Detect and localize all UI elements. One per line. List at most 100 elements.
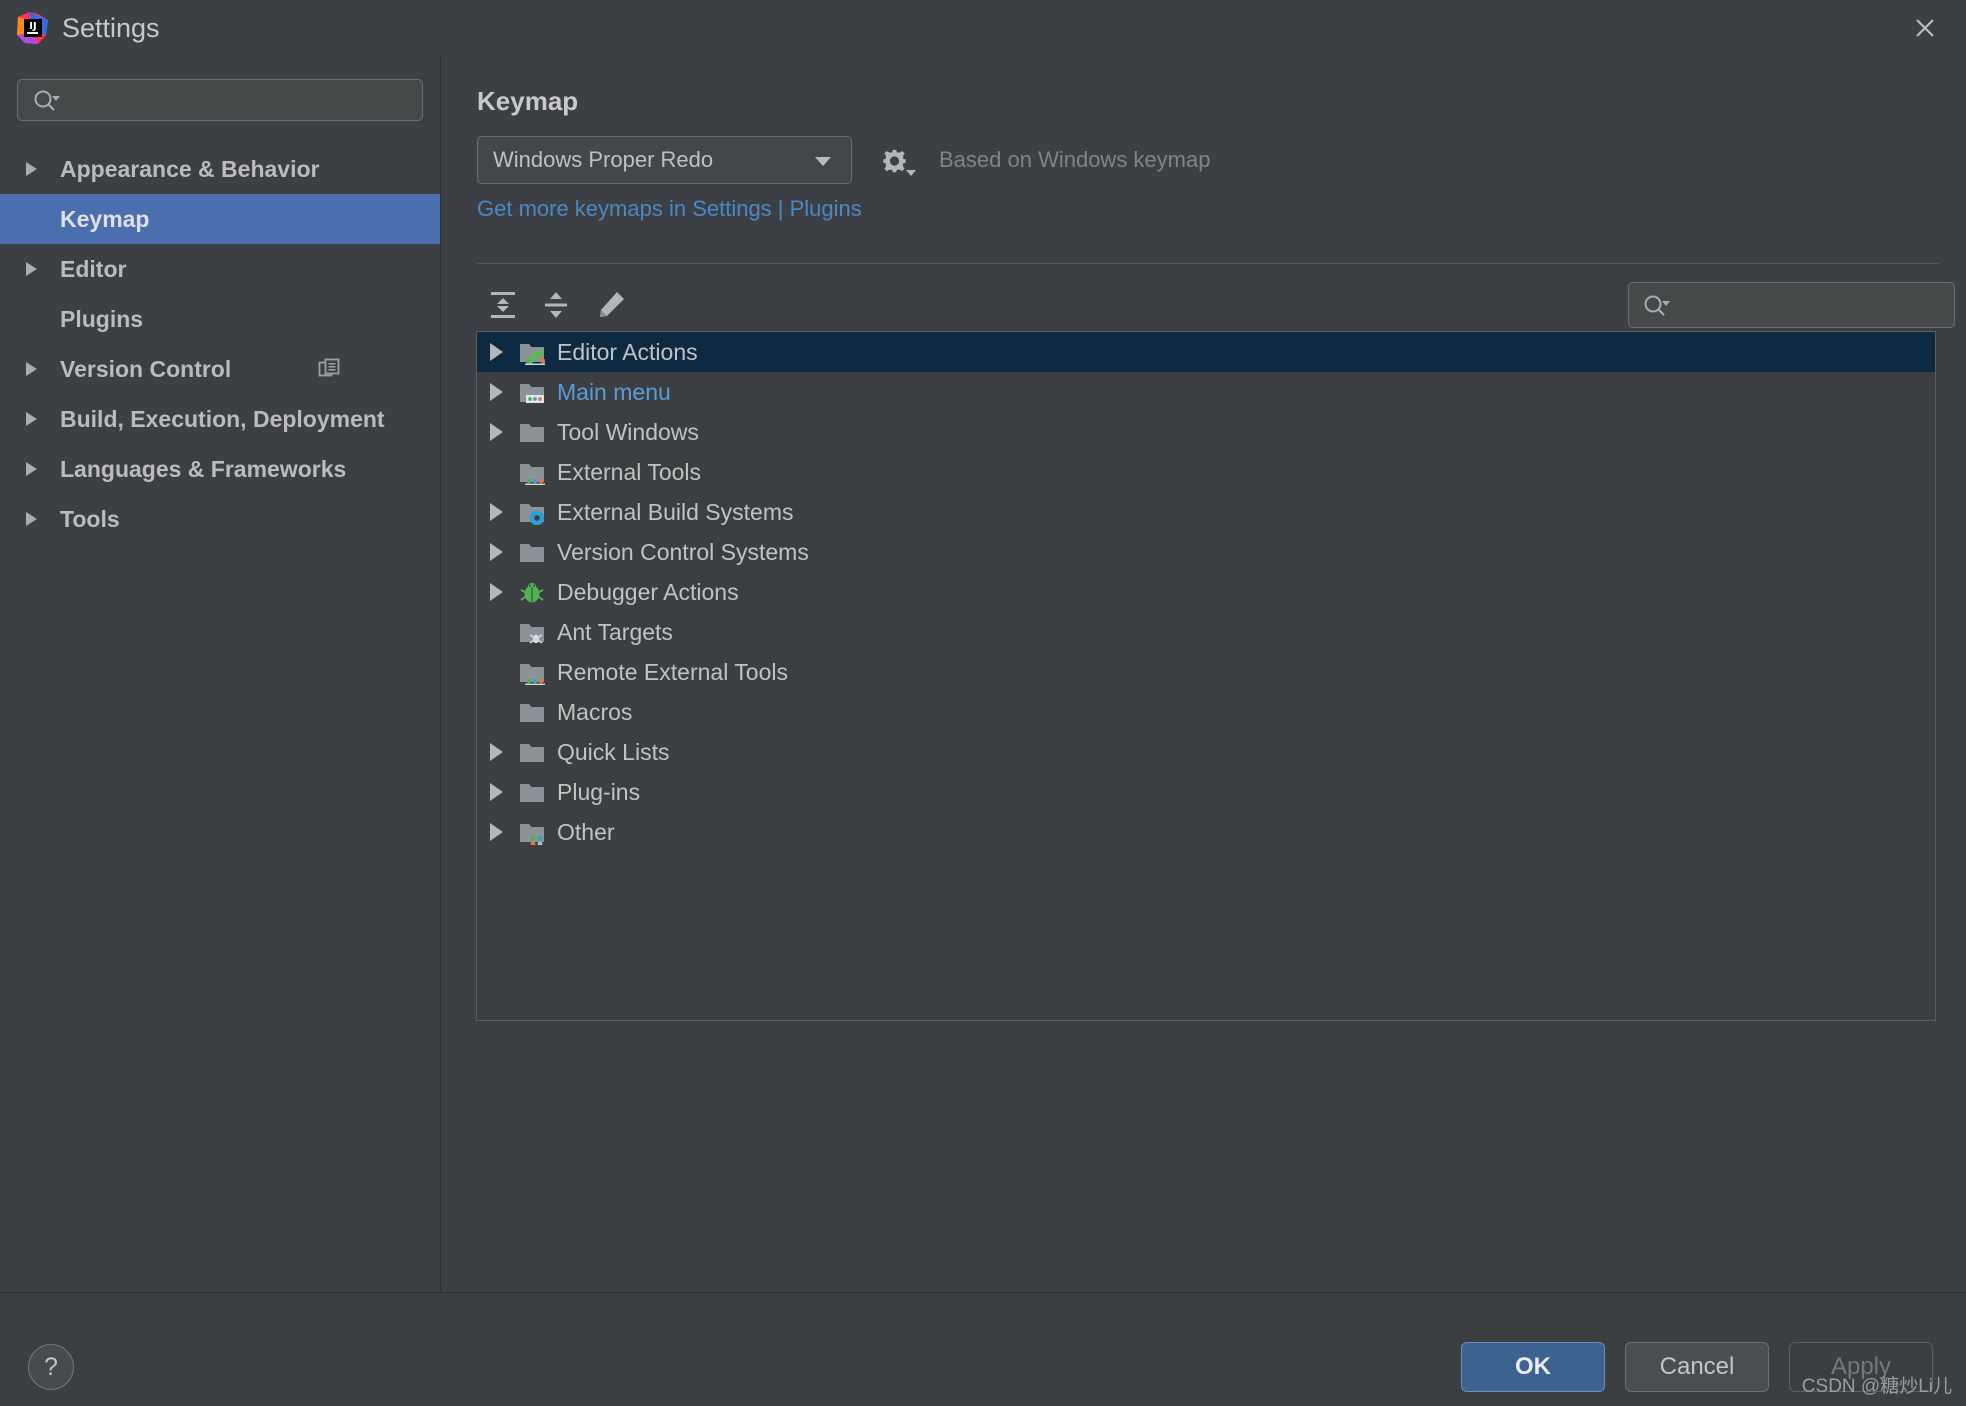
expand-all-icon[interactable] [481,283,525,327]
keymap-actions-tree[interactable]: Editor Actions Main menu Tool Windows Exter… [476,331,1936,1021]
tree-row-label: Other [557,818,615,845]
tree-row[interactable]: Debugger Actions [477,572,1935,612]
chevron-right-icon[interactable] [26,262,37,276]
chevron-right-icon[interactable] [490,543,503,561]
folder-ant-icon [519,619,545,645]
sidebar-search-input[interactable] [17,79,423,121]
tree-row-label: External Build Systems [557,498,794,525]
tree-row[interactable]: External Tools [477,452,1935,492]
close-icon[interactable] [1894,4,1956,52]
sidebar-item-label: Appearance & Behavior [60,155,320,182]
search-icon [32,89,62,118]
search-icon [1642,294,1672,323]
chevron-right-icon[interactable] [490,743,503,761]
keymap-dropdown-value: Windows Proper Redo [493,147,714,172]
title-bar: IJ Settings [0,0,1966,56]
chevron-right-icon[interactable] [490,383,503,401]
tree-row-label: Remote External Tools [557,658,788,685]
copy-icon[interactable] [318,358,342,388]
tree-row-label: Quick Lists [557,738,670,765]
cancel-button[interactable]: Cancel [1625,1342,1769,1392]
tree-row-label: Macros [557,698,633,725]
sidebar-item-tools[interactable]: Tools [0,494,440,544]
tree-row[interactable]: Version Control Systems [477,532,1935,572]
sidebar-item-languages-frameworks[interactable]: Languages & Frameworks [0,444,440,494]
tree-row[interactable]: Plug-ins [477,772,1935,812]
tree-row-label: External Tools [557,458,702,485]
folder-icon [519,739,545,765]
tree-row[interactable]: Remote External Tools [477,652,1935,692]
sidebar-item-plugins[interactable]: Plugins [0,294,440,344]
tree-row-label: Ant Targets [557,618,673,645]
tree-row-label: Main menu [557,378,671,405]
bug-icon [519,579,545,605]
tree-row[interactable]: External Build Systems [477,492,1935,532]
folder-tools-icon [519,659,545,685]
chevron-right-icon[interactable] [490,423,503,441]
folder-icon [519,699,545,725]
keymap-selector-row: Windows Proper Redo Based on Windows key… [477,136,1477,184]
keymap-dropdown[interactable]: Windows Proper Redo [477,136,852,184]
sidebar-item-build-execution-deployment[interactable]: Build, Execution, Deployment [0,394,440,444]
tree-row-label: Tool Windows [557,418,699,445]
folder-menu-icon [519,379,545,405]
folder-gear-icon [519,499,545,526]
folder-dots-icon [519,819,545,847]
keymap-based-on-label: Based on Windows keymap [939,147,1211,172]
sidebar-item-label: Languages & Frameworks [60,455,347,482]
tree-row-label: Editor Actions [557,338,698,365]
get-more-keymaps-link[interactable]: Get more keymaps in Settings | Plugins [477,196,862,222]
intellij-idea-logo: IJ [16,11,50,45]
tree-row-label: Debugger Actions [557,578,739,605]
chevron-right-icon[interactable] [490,583,503,601]
collapse-all-icon[interactable] [534,283,578,327]
sidebar-item-label: Editor [60,255,127,282]
sidebar-item-label: Tools [60,505,120,532]
tree-row[interactable]: Tool Windows [477,412,1935,452]
keymap-search-input[interactable] [1628,282,1955,328]
section-divider [477,263,1939,264]
tree-row[interactable]: Macros [477,692,1935,732]
chevron-down-icon [815,157,831,166]
ok-button[interactable]: OK [1461,1342,1605,1392]
folder-icon [519,779,545,805]
watermark-text: CSDN @糖炒Li儿 [1801,1376,1952,1397]
tree-row[interactable]: Editor Actions [477,332,1935,372]
page-title: Keymap [477,86,579,116]
keymap-tree-toolbar [477,278,1955,332]
tree-row[interactable]: Quick Lists [477,732,1935,772]
sidebar-nav-list: Appearance & Behavior Keymap Editor Plugins… [0,144,440,544]
tree-row[interactable]: Ant Targets [477,612,1935,652]
edit-pencil-icon[interactable] [589,283,633,327]
chevron-right-icon[interactable] [490,503,503,521]
chevron-right-icon[interactable] [490,823,503,841]
sidebar-item-label: Version Control [60,355,232,382]
sidebar-item-keymap[interactable]: Keymap [0,194,440,244]
tree-row-label: Plug-ins [557,778,641,805]
sidebar-item-label: Keymap [60,205,150,232]
chevron-right-icon[interactable] [26,162,37,176]
folder-tools-icon [519,459,545,485]
chevron-right-icon[interactable] [26,412,37,426]
sidebar-item-label: Plugins [60,305,144,332]
tree-row[interactable]: Other [477,812,1935,852]
sidebar-item-editor[interactable]: Editor [0,244,440,294]
chevron-right-icon[interactable] [26,512,37,526]
tree-row[interactable]: Main menu [477,372,1935,412]
folder-icon [519,539,545,565]
window-title: Settings [62,13,160,43]
settings-sidebar: Appearance & Behavior Keymap Editor Plugins… [0,56,441,1291]
dialog-footer: ? OK Cancel Apply CSDN @糖炒Li儿 [0,1292,1966,1406]
sidebar-item-appearance-behavior[interactable]: Appearance & Behavior [0,144,440,194]
chevron-right-icon[interactable] [490,783,503,801]
svg-text:IJ: IJ [29,21,36,32]
help-button[interactable]: ? [28,1344,74,1390]
gear-dropdown-icon[interactable] [875,143,919,179]
chevron-right-icon[interactable] [490,343,503,361]
chevron-right-icon[interactable] [26,462,37,476]
chevron-right-icon[interactable] [26,362,37,376]
tree-row-label: Version Control Systems [557,538,809,565]
sidebar-item-version-control[interactable]: Version Control [0,344,440,394]
folder-icon [519,419,545,445]
sidebar-item-label: Build, Execution, Deployment [60,405,385,432]
